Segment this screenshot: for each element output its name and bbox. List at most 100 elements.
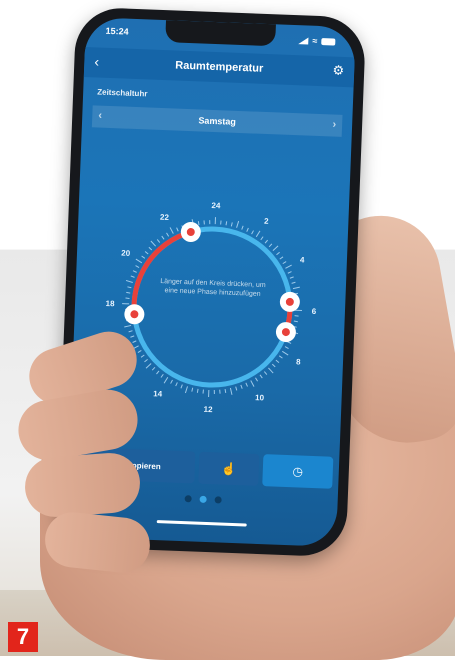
dial-tick	[176, 382, 178, 386]
hand-icon: ☝	[221, 462, 236, 477]
dial-hour-label: 20	[121, 249, 131, 258]
dial-tick	[246, 383, 248, 387]
dial-tick	[204, 220, 205, 224]
dial-hour-label: 14	[153, 389, 163, 398]
dial-tick	[251, 380, 255, 386]
dial-tick	[170, 227, 174, 233]
home-indicator[interactable]	[157, 520, 247, 526]
dial-tick	[283, 261, 286, 263]
dial-tick	[185, 386, 187, 393]
dial-tick	[225, 389, 226, 393]
dial-hour-label: 8	[296, 357, 301, 366]
dial-tick	[192, 388, 193, 392]
dial-graphic: 24246810121416182022	[93, 188, 332, 427]
dial-hour-label: 22	[160, 213, 170, 222]
wifi-icon: ≈	[312, 36, 317, 46]
section-label: Zeitschaltuhr	[97, 87, 148, 98]
dial-tick	[166, 233, 168, 236]
dial-tick	[265, 240, 268, 243]
dial-tick	[252, 230, 254, 234]
dial-tick	[293, 287, 300, 289]
manual-mode-button[interactable]: ☝	[198, 452, 259, 486]
dial-tick	[126, 280, 133, 282]
dial-tick	[269, 244, 272, 247]
dial-tick	[279, 356, 282, 358]
dial-tick	[136, 259, 142, 263]
figure-number-badge: 7	[8, 622, 38, 652]
dial-tick	[292, 282, 296, 283]
battery-icon	[321, 38, 335, 46]
dial-tick	[127, 287, 131, 288]
dial-tick	[256, 231, 260, 237]
dial-tick	[126, 292, 130, 293]
dial-tick	[146, 363, 151, 368]
page-title: Raumtemperatur	[175, 59, 263, 74]
dial-tick	[268, 368, 273, 373]
next-day-button[interactable]: ›	[332, 119, 336, 131]
dial-tick	[272, 364, 275, 367]
dial-tick	[290, 277, 294, 279]
dial-tick	[171, 380, 173, 384]
dial-tick	[149, 247, 152, 250]
schedule-dial[interactable]: 24246810121416182022 Länger auf den Krei…	[93, 188, 332, 427]
dial-hour-label: 4	[300, 255, 305, 264]
dial-tick	[156, 371, 159, 374]
dial-tick	[198, 221, 199, 225]
dial-tick	[280, 257, 283, 260]
dial-tick	[261, 237, 263, 240]
dial-tick	[241, 385, 243, 389]
dial-tick	[285, 265, 291, 269]
dial-tick	[161, 374, 163, 377]
dial-tick	[287, 342, 291, 344]
dial-tick	[133, 271, 137, 273]
dial-tick	[138, 350, 141, 352]
dial-tick	[264, 372, 267, 375]
page-dot	[214, 496, 221, 503]
status-icons: ≈	[298, 33, 335, 48]
dial-tick	[129, 331, 133, 332]
day-selector: ‹ Samstag ›	[92, 105, 343, 137]
dial-tick	[260, 375, 263, 378]
dial-hour-label: 24	[211, 201, 221, 210]
dial-tick	[255, 378, 257, 381]
dial-tick	[144, 359, 147, 362]
prev-day-button[interactable]: ‹	[98, 110, 102, 122]
dial-tick	[242, 226, 243, 230]
dial-tick	[145, 251, 148, 254]
dial-tick	[282, 351, 288, 355]
dial-tick	[230, 388, 232, 395]
dial-tick	[181, 385, 182, 389]
dial-tick	[247, 228, 249, 232]
dial-tick	[276, 252, 279, 255]
gear-icon[interactable]: ⚙	[332, 63, 344, 79]
back-button[interactable]: ‹	[94, 53, 99, 69]
clock-icon: ◷	[292, 464, 303, 478]
dial-tick	[176, 228, 178, 232]
dial-tick	[220, 390, 221, 394]
day-label: Samstag	[198, 115, 236, 126]
dial-tick	[141, 355, 144, 358]
dial-hour-label: 2	[264, 217, 269, 226]
dial-tick	[157, 239, 160, 242]
dial-hour-label: 10	[255, 393, 265, 402]
page-dot-active	[199, 496, 206, 503]
dial-tick	[152, 367, 155, 370]
dial-tick	[236, 387, 237, 391]
dial-tick	[135, 266, 139, 268]
timer-mode-button[interactable]: ◷	[262, 454, 333, 489]
dial-tick	[226, 221, 227, 225]
dial-hour-label: 12	[203, 405, 213, 414]
dial-hour-label: 6	[312, 307, 317, 316]
dial-tick	[276, 360, 279, 363]
page-dot	[184, 495, 191, 502]
dial-tick	[164, 377, 168, 383]
dial-tick	[285, 347, 289, 349]
dial-tick	[273, 246, 278, 251]
dial-tick	[162, 236, 165, 239]
dial-tick	[130, 336, 134, 338]
dial-tick	[294, 321, 298, 322]
dial-tick	[131, 276, 135, 277]
app-header: ‹ Raumtemperatur ⚙	[84, 47, 355, 87]
signal-icon	[298, 37, 308, 44]
dial-hour-label: 18	[105, 299, 115, 308]
